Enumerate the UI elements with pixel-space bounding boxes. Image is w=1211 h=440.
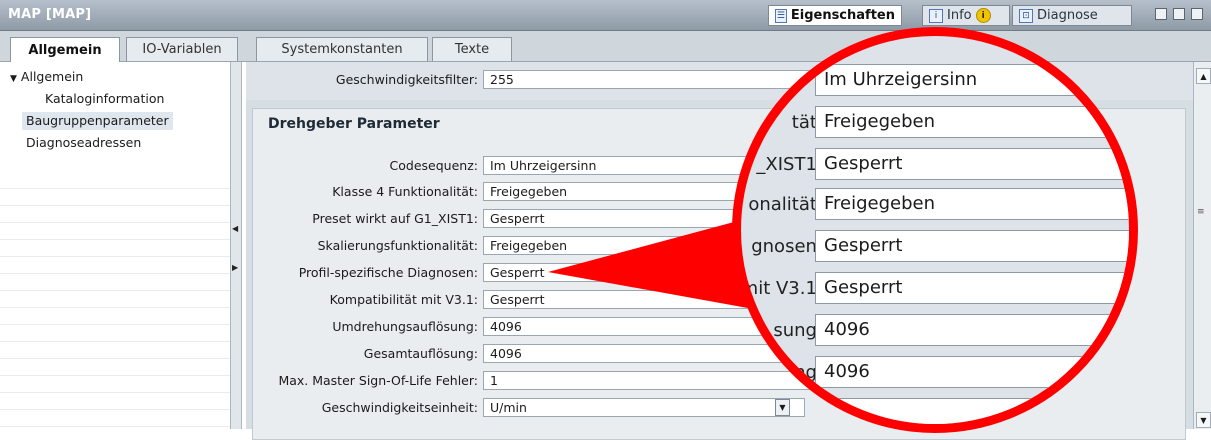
mag-label-skalierung: onalität: — [748, 194, 823, 215]
mag-field-skalierung: Freigegeben — [815, 188, 1129, 220]
mag-field-codesequenz: Im Uhrzeigersinn — [815, 64, 1129, 96]
mag-label-preset: _XIST1: — [756, 154, 823, 175]
mag-label-diagnosen: gnosen: — [751, 236, 823, 257]
mag-field-diagnosen: Gesperrt — [815, 230, 1129, 262]
magnifier-content: Im Uhrzeigersinn tät: Freigegeben _XIST1… — [741, 36, 1129, 424]
magnifier-lens: Im Uhrzeigersinn tät: Freigegeben _XIST1… — [732, 27, 1138, 433]
mag-field-klasse4: Freigegeben — [815, 106, 1129, 138]
mag-field-umdrehung: 4096 — [815, 314, 1129, 346]
mag-field-kompatibilitaet: Gesperrt — [815, 272, 1129, 304]
mag-field-gesamt: 4096 — [815, 356, 1129, 388]
mag-label-kompatibilitaet: mit V3.1: — [740, 278, 823, 299]
mag-field-preset: Gesperrt — [815, 148, 1129, 180]
